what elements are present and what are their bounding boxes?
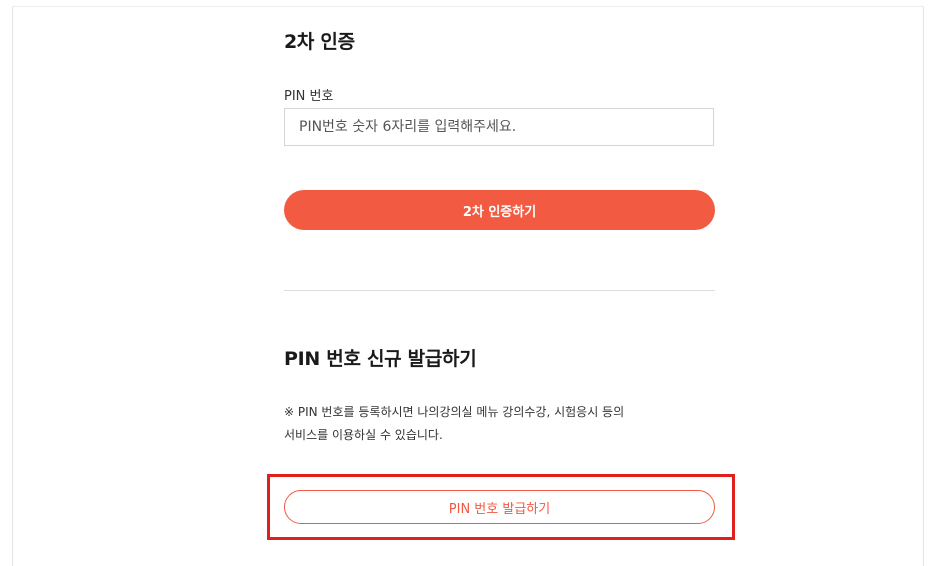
highlight-annotation-box — [267, 474, 735, 540]
pin-field-label: PIN 번호 — [284, 89, 334, 104]
section-title-issue-pin: PIN 번호 신규 발급하기 — [284, 348, 477, 370]
section-divider — [284, 290, 715, 291]
issue-notice: ※ PIN 번호를 등록하시면 나의강의실 메뉴 강의수강, 시험응시 등의 서… — [284, 401, 714, 447]
verify-2fa-button[interactable]: 2차 인증하기 — [284, 190, 715, 230]
pin-input[interactable] — [284, 108, 714, 146]
notice-line: 서비스를 이용하실 수 있습니다. — [284, 428, 443, 442]
notice-line: ※ PIN 번호를 등록하시면 나의강의실 메뉴 강의수강, 시험응시 등의 — [284, 405, 625, 419]
section-title-2fa: 2차 인증 — [284, 31, 355, 53]
